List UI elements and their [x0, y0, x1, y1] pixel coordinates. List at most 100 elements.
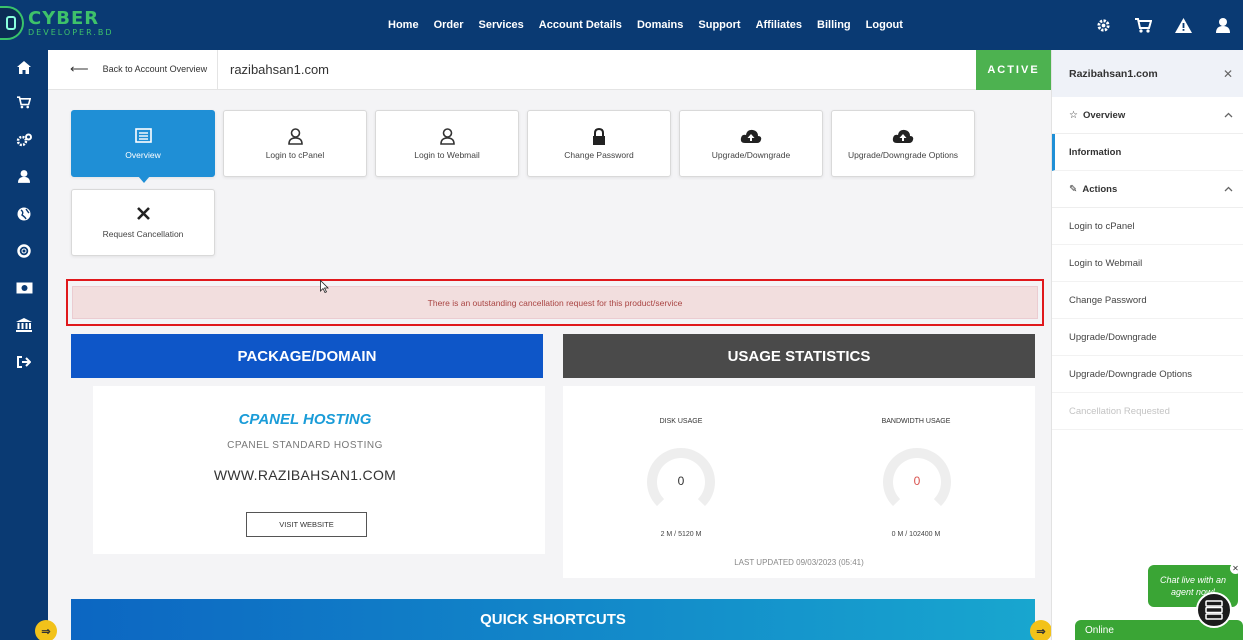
nav-affiliates[interactable]: Affiliates	[756, 19, 802, 31]
close-icon[interactable]: ✕	[1230, 563, 1241, 574]
tile-request-cancellation[interactable]: Request Cancellation	[71, 189, 215, 256]
package-subtitle: CPANEL STANDARD HOSTING	[227, 440, 383, 451]
disk-usage-detail: 2 M / 5120 M	[660, 531, 702, 538]
nav-home[interactable]: Home	[388, 19, 419, 31]
sidebar-item-login-cpanel[interactable]: Login to cPanel	[1052, 208, 1243, 245]
gear-icon[interactable]	[1083, 18, 1123, 33]
nav-support[interactable]: Support	[698, 19, 740, 31]
cloud-upload-icon	[892, 128, 914, 148]
tile-label: Upgrade/Downgrade	[711, 149, 791, 160]
usage-card: DISK USAGE 0 2 M / 5120 M BANDWIDTH USAG…	[563, 386, 1035, 578]
star-icon: ☆	[1069, 109, 1078, 121]
cogs-icon[interactable]	[0, 121, 48, 158]
sidebar-item-information[interactable]: Information	[1052, 134, 1243, 171]
usage-statistics-heading: USAGE STATISTICS	[563, 334, 1035, 378]
lock-icon	[592, 127, 606, 148]
logo-text-line2: DEVELOPER.BD	[28, 27, 114, 37]
globe-icon[interactable]	[0, 195, 48, 232]
tile-label: Upgrade/Downgrade Options	[847, 149, 959, 160]
quick-shortcuts-heading: QUICK SHORTCUTS	[71, 599, 1035, 640]
sidebar-title: Razibahsan1.com	[1069, 67, 1158, 80]
sidebar-header: Razibahsan1.com ✕	[1052, 50, 1243, 97]
chevron-up-icon	[1224, 184, 1233, 195]
tile-change-password[interactable]: Change Password	[527, 110, 671, 177]
actions-section-toggle[interactable]: ✎ Actions	[1052, 171, 1243, 208]
breadcrumb-domain: razibahsan1.com	[230, 61, 329, 77]
mouse-cursor-icon	[320, 280, 329, 293]
highlight-frame: There is an outstanding cancellation req…	[66, 279, 1044, 326]
logo-mark	[0, 6, 24, 40]
main-content: ⟵ Back to Account Overview razibahsan1.c…	[48, 50, 1051, 640]
nav-services[interactable]: Services	[479, 19, 524, 31]
cart-icon[interactable]	[0, 84, 48, 121]
right-sidebar: Razibahsan1.com ✕ ☆ Overview Information …	[1051, 50, 1243, 640]
sidebar-item-login-webmail[interactable]: Login to Webmail	[1052, 245, 1243, 282]
visit-website-button[interactable]: VISIT WEBSITE	[246, 512, 367, 537]
user-icon	[439, 127, 455, 148]
cart-icon[interactable]	[1123, 17, 1163, 33]
status-badge: ACTIVE	[976, 50, 1051, 90]
home-icon[interactable]	[0, 50, 48, 84]
chevron-up-icon	[1224, 110, 1233, 121]
overview-section-toggle[interactable]: ☆ Overview	[1052, 97, 1243, 134]
sidebar-item-change-password[interactable]: Change Password	[1052, 282, 1243, 319]
left-sidebar	[0, 50, 48, 640]
package-title: CPANEL HOSTING	[238, 411, 372, 428]
arrow-left-icon: ⟵	[70, 61, 89, 76]
nav-domains[interactable]: Domains	[637, 19, 683, 31]
user-icon	[287, 127, 303, 148]
chat-line1: Chat live with an	[1159, 575, 1227, 585]
tile-overview[interactable]: Overview	[71, 110, 215, 183]
breadcrumb: ⟵ Back to Account Overview razibahsan1.c…	[48, 50, 1051, 90]
sidebar-item-upgrade-downgrade-options[interactable]: Upgrade/Downgrade Options	[1052, 356, 1243, 393]
nav-billing[interactable]: Billing	[817, 19, 851, 31]
tile-label: Login to Webmail	[414, 149, 480, 160]
disk-usage-value: 0	[677, 474, 685, 488]
tile-upgrade-downgrade-options[interactable]: Upgrade/Downgrade Options	[831, 110, 975, 177]
breadcrumb-divider	[217, 50, 218, 90]
nav-order[interactable]: Order	[434, 19, 464, 31]
tile-login-webmail[interactable]: Login to Webmail	[375, 110, 519, 177]
tile-label: Login to cPanel	[265, 149, 325, 160]
tile-login-cpanel[interactable]: Login to cPanel	[223, 110, 367, 177]
top-icons	[1083, 0, 1243, 50]
logo-text-line1: CYBER	[28, 7, 100, 29]
nav-logout[interactable]: Logout	[866, 19, 903, 31]
top-navbar: CYBER DEVELOPER.BD Home Order Services A…	[0, 0, 1243, 50]
close-icon	[136, 206, 150, 227]
cancellation-alert: There is an outstanding cancellation req…	[72, 286, 1038, 319]
sign-out-icon[interactable]	[0, 343, 48, 380]
package-card: CPANEL HOSTING CPANEL STANDARD HOSTING W…	[93, 386, 545, 554]
bandwidth-usage-value: 0	[913, 474, 921, 488]
user-icon[interactable]	[0, 158, 48, 195]
tile-upgrade-downgrade[interactable]: Upgrade/Downgrade	[679, 110, 823, 177]
server-icon[interactable]	[1196, 592, 1232, 628]
main-menu: Home Order Services Account Details Doma…	[388, 0, 918, 50]
bandwidth-usage-detail: 0 M / 102400 M	[891, 531, 941, 538]
close-icon[interactable]: ✕	[1223, 67, 1233, 81]
back-to-overview-link[interactable]: ⟵ Back to Account Overview	[70, 50, 207, 88]
actions-section-label: Actions	[1082, 183, 1118, 195]
lifebuoy-icon[interactable]	[0, 232, 48, 269]
brand-logo[interactable]: CYBER DEVELOPER.BD	[0, 6, 114, 40]
bandwidth-usage-label: BANDWIDTH USAGE	[881, 418, 951, 425]
sidebar-item-cancellation-requested: Cancellation Requested	[1052, 393, 1243, 430]
back-label: Back to Account Overview	[102, 64, 208, 74]
sidebar-item-upgrade-downgrade[interactable]: Upgrade/Downgrade	[1052, 319, 1243, 356]
tile-label: Request Cancellation	[102, 228, 184, 239]
nav-account-details[interactable]: Account Details	[539, 19, 622, 31]
last-updated: LAST UPDATED 09/03/2023 (05:41)	[734, 558, 864, 567]
money-icon[interactable]	[0, 269, 48, 306]
bank-icon[interactable]	[0, 306, 48, 343]
package-domain-heading: PACKAGE/DOMAIN	[71, 334, 543, 378]
tile-label: Change Password	[564, 149, 634, 160]
expand-panel-button[interactable]: ⇒	[1030, 620, 1052, 640]
list-icon	[134, 127, 152, 148]
disk-usage-label: DISK USAGE	[659, 418, 703, 425]
cloud-upload-icon	[740, 128, 762, 148]
overview-section-label: Overview	[1082, 109, 1126, 121]
pencil-icon: ✎	[1069, 183, 1078, 195]
user-icon[interactable]	[1203, 17, 1243, 33]
package-domain: WWW.RAZIBAHSAN1.COM	[213, 467, 397, 483]
alert-icon[interactable]	[1163, 17, 1203, 33]
